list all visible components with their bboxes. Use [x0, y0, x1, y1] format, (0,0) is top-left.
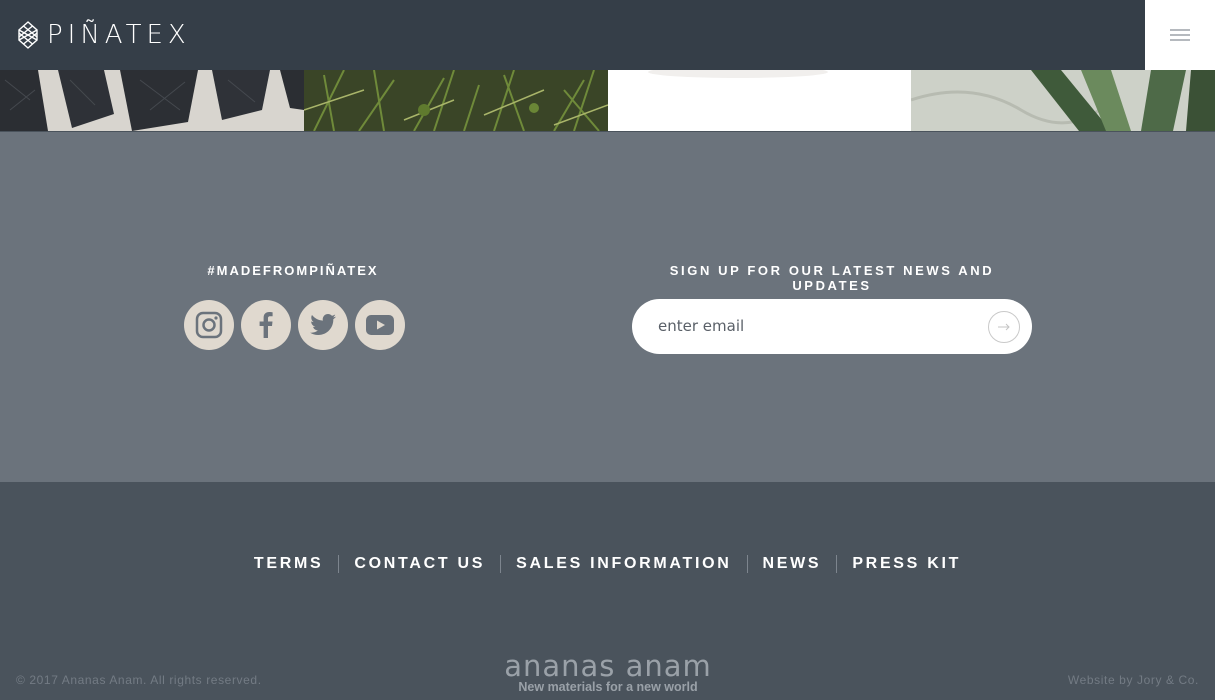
footer-link-sales-information[interactable]: SALES INFORMATION: [516, 555, 731, 573]
facebook-button[interactable]: [241, 300, 291, 350]
instagram-icon: [195, 311, 223, 339]
logo-text: PIÑATEX: [47, 20, 191, 50]
gallery-strip: [0, 70, 1215, 132]
facebook-icon: [259, 312, 273, 338]
twitter-button[interactable]: [298, 300, 348, 350]
pineapple-leaf-image[interactable]: [911, 70, 1215, 131]
email-input[interactable]: [658, 310, 978, 342]
twitter-icon: [310, 314, 336, 335]
signup-heading: SIGN UP FOR OUR LATEST NEWS AND UPDATES: [669, 263, 995, 293]
signup-form: [632, 299, 1032, 354]
social-hashtag-heading: #MADEFROMPIÑATEX: [207, 263, 379, 278]
pineapple-plants-image[interactable]: [304, 70, 608, 131]
footer-link-news[interactable]: NEWS: [763, 555, 822, 573]
footer-nav: TERMS CONTACT US SALES INFORMATION NEWS …: [0, 555, 1215, 573]
nav-divider: [836, 555, 838, 573]
site-footer: TERMS CONTACT US SALES INFORMATION NEWS …: [0, 482, 1215, 700]
brand-tagline: New materials for a new world: [518, 680, 698, 694]
brand-name: ananas anam: [504, 649, 712, 683]
website-credit-link[interactable]: Website by Jory & Co.: [1068, 673, 1199, 687]
white-product-image[interactable]: [608, 70, 911, 131]
ananas-anam-logo[interactable]: ananas anam New materials for a new worl…: [504, 649, 712, 695]
site-header: PIÑATEX: [0, 0, 1215, 70]
footer-link-contact-us[interactable]: CONTACT US: [354, 555, 485, 573]
nav-divider: [338, 555, 340, 573]
arrow-right-icon: [998, 323, 1010, 331]
footer-link-press-kit[interactable]: PRESS KIT: [852, 555, 961, 573]
youtube-icon: [366, 315, 394, 335]
hamburger-icon: [1170, 29, 1190, 41]
social-links: [184, 300, 405, 350]
youtube-button[interactable]: [355, 300, 405, 350]
menu-button[interactable]: [1145, 0, 1215, 70]
footer-link-terms[interactable]: TERMS: [254, 555, 324, 573]
pinatex-logo[interactable]: PIÑATEX: [17, 20, 191, 50]
copyright-text: © 2017 Ananas Anam. All rights reserved.: [16, 673, 262, 687]
nav-divider: [746, 555, 748, 573]
nav-divider: [500, 555, 502, 573]
signup-submit-button[interactable]: [988, 311, 1020, 343]
pineapple-logo-icon: [18, 21, 38, 49]
leather-wallets-image[interactable]: [0, 70, 304, 131]
instagram-button[interactable]: [184, 300, 234, 350]
newsletter-band: #MADEFROMPIÑATEX SIGN UP FOR OUR LATEST …: [0, 132, 1215, 482]
